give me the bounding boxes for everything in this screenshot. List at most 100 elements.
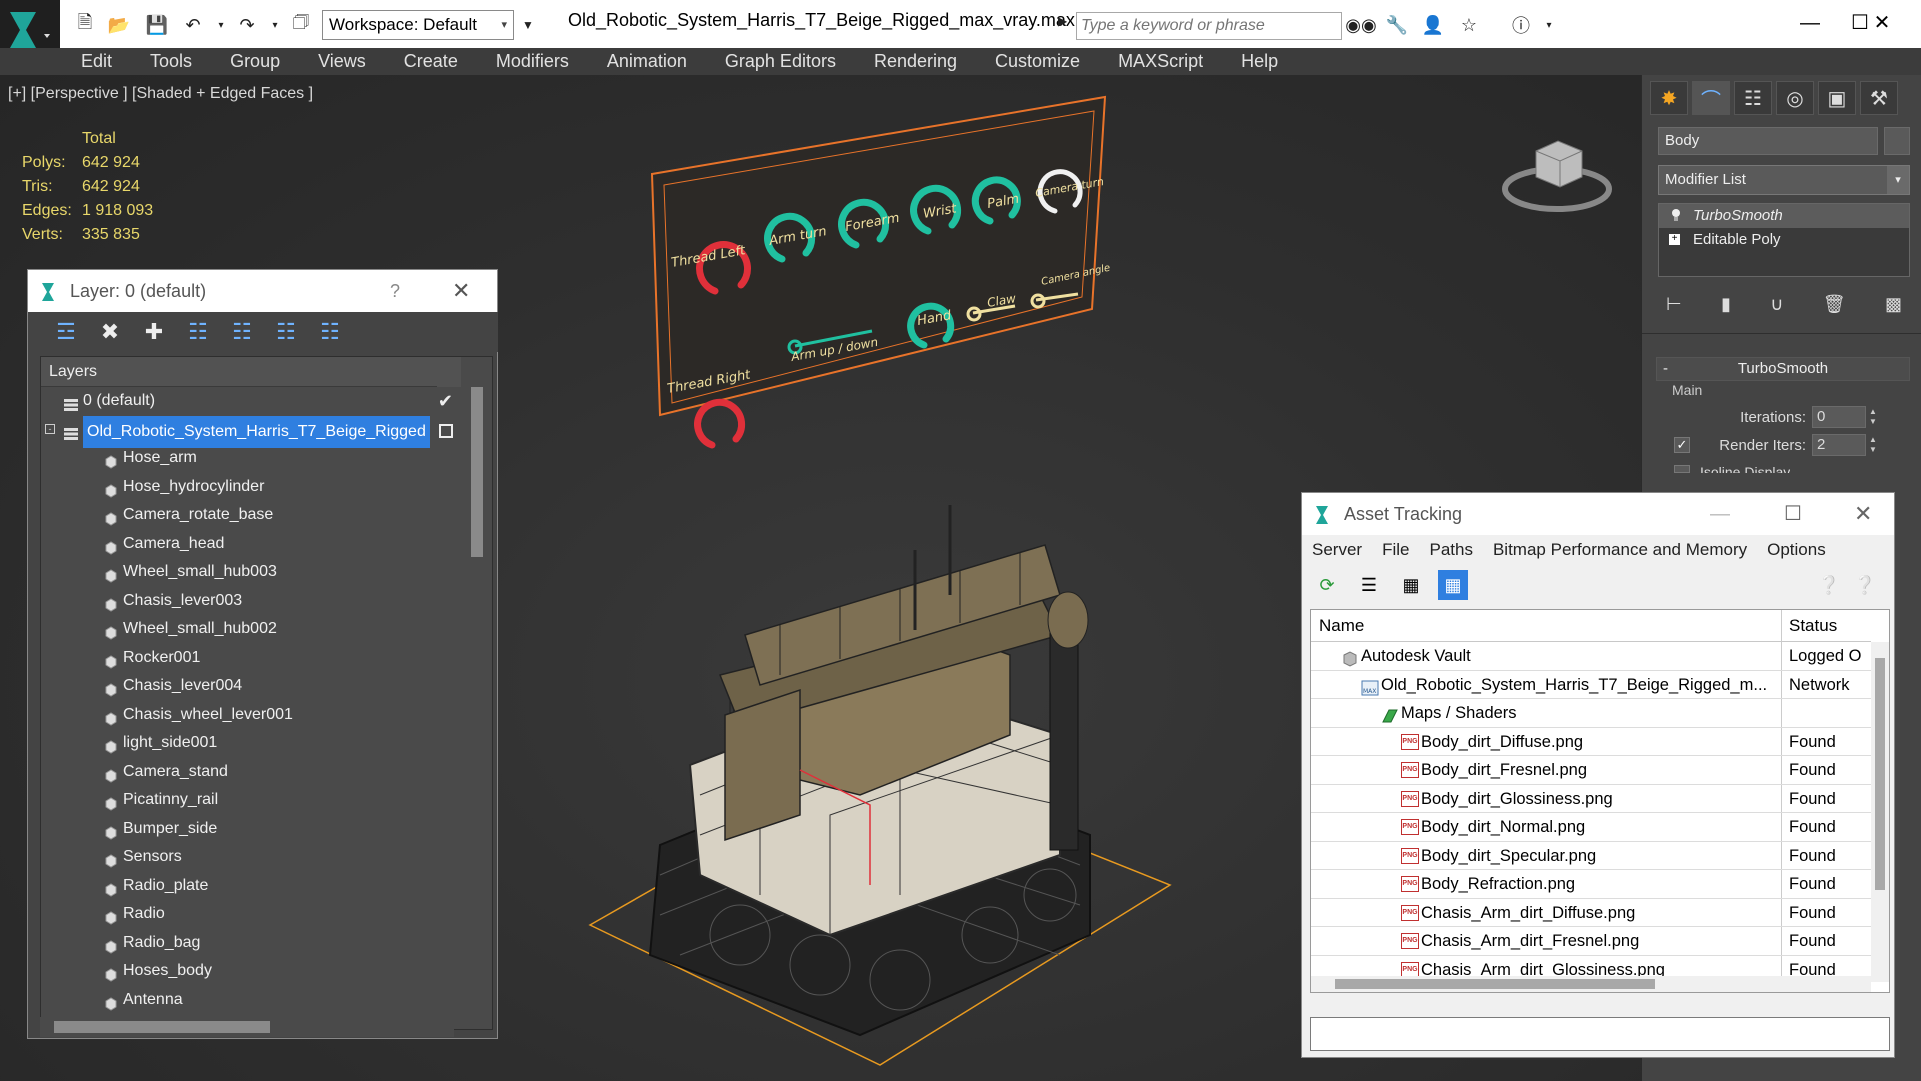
object-row[interactable]: Camera_stand [41,758,461,787]
layer-vertical-scrollbar[interactable] [467,387,487,1017]
object-row[interactable]: Bumper_side [41,815,461,844]
menu-group[interactable]: Group [211,48,299,75]
add-to-layer-icon[interactable]: ✚ [139,317,169,347]
object-row[interactable]: Wheel_small_hub002 [41,615,461,644]
help-icon[interactable]: ⓘ [1508,12,1534,38]
scrollbar-thumb[interactable] [1335,979,1655,989]
layer-row[interactable]: 0 (default) ✔ [41,387,461,416]
thumbnail-view-icon[interactable]: ▦ [1396,570,1426,600]
scrollbar-thumb[interactable] [471,387,483,557]
layer-window-titlebar[interactable]: Layer: 0 (default) ? ✕ [28,270,497,312]
signin-icon[interactable]: 👤 [1420,12,1446,38]
asset-row[interactable]: MAX Old_Robotic_System_Harris_T7_Beige_Ri… [1311,670,1871,699]
help-button[interactable]: ? [390,270,400,312]
project-folder-icon[interactable]: 🗇 [288,12,314,38]
asset-menu-options[interactable]: Options [1757,540,1836,560]
save-icon[interactable]: 💾 [144,12,170,38]
redo-icon[interactable]: ↷ [234,12,260,38]
turbosmooth-rollout-header[interactable]: - TurboSmooth [1656,357,1910,381]
layers-column-header[interactable]: Layers [41,357,461,387]
help-context-icon[interactable]: ❔ [1814,570,1844,600]
asset-menu-file[interactable]: File [1372,540,1419,560]
set-current-layer-icon[interactable] [439,423,453,438]
object-name-field[interactable]: Body [1658,127,1878,155]
menu-maxscript[interactable]: MAXScript [1099,48,1222,75]
asset-row[interactable]: PNG Body_dirt_Fresnel.png Found [1311,756,1871,785]
select-objects-icon[interactable]: ☷ [183,317,213,347]
spinner-arrows-icon[interactable]: ▲ ▼ [1866,407,1880,427]
object-row[interactable]: Hose_hydrocylinder [41,473,461,502]
workspace-selector[interactable]: Workspace: Default ▾ [322,10,514,40]
lightbulb-icon[interactable] [1669,208,1683,222]
object-row[interactable]: Chasis_wheel_lever001 [41,701,461,730]
iterations-input[interactable]: 0 [1812,406,1866,428]
stack-item-turbosmooth[interactable]: TurboSmooth [1659,204,1909,228]
asset-row[interactable]: PNG Chasis_Arm_dirt_Diffuse.png Found [1311,898,1871,927]
list-view-icon[interactable]: ☰ [1354,570,1384,600]
minimize-icon[interactable]: — [1790,6,1830,40]
help-info-icon[interactable]: ❔ [1850,570,1880,600]
tools-icon[interactable]: 🔧 [1384,12,1410,38]
object-row[interactable]: Radio_bag [41,929,461,958]
asset-row[interactable]: PNG Body_Refraction.png Found [1311,870,1871,899]
menu-edit[interactable]: Edit [60,48,131,75]
asset-menu-server[interactable]: Server [1302,540,1372,560]
hierarchy-tab-icon[interactable]: ☷ [1734,81,1772,115]
object-row[interactable]: Hoses_body [41,957,461,986]
column-status-header[interactable]: Status [1789,616,1837,636]
collapse-minus-icon[interactable]: - [45,423,55,434]
object-color-swatch[interactable] [1884,127,1910,155]
object-row[interactable]: Wheel_small_hub003 [41,558,461,587]
asset-menu-bitmap-performance[interactable]: Bitmap Performance and Memory [1483,540,1757,560]
configure-modifier-sets-icon[interactable]: ▩ [1885,294,1902,315]
delete-layer-icon[interactable]: ✖ [95,317,125,347]
asset-row[interactable]: PNG Chasis_Arm_dirt_Fresnel.png Found [1311,927,1871,956]
scrollbar-thumb[interactable] [1875,658,1885,890]
asset-window-titlebar[interactable]: Asset Tracking — ☐ ✕ [1302,493,1894,535]
column-name-header[interactable]: Name [1319,616,1364,636]
hide-layers-icon[interactable]: ☷ [271,317,301,347]
asset-row[interactable]: Autodesk Vault Logged O [1311,642,1871,671]
asset-row[interactable]: PNG Body_dirt_Specular.png Found [1311,841,1871,870]
workspace-menu-icon[interactable]: ▼ [518,12,538,38]
object-row[interactable]: Camera_rotate_base [41,501,461,530]
search-input[interactable] [1077,13,1341,39]
menu-customize[interactable]: Customize [976,48,1099,75]
close-icon[interactable]: ✕ [1854,493,1872,535]
utilities-tab-icon[interactable]: ⚒ [1860,81,1898,115]
minimize-icon[interactable]: — [1710,493,1730,535]
expand-plus-icon[interactable]: + [1669,234,1680,245]
create-tab-icon[interactable]: ✸ [1650,81,1688,115]
scrollbar-thumb[interactable] [54,1021,270,1033]
menu-modifiers[interactable]: Modifiers [477,48,588,75]
table-view-icon[interactable]: ▦ [1438,570,1468,600]
object-row[interactable]: Hose_arm [41,444,461,473]
show-end-result-icon[interactable]: ▮ [1721,294,1731,315]
freeze-layers-icon[interactable]: ☷ [315,317,345,347]
menu-create[interactable]: Create [385,48,477,75]
close-icon[interactable]: ✕ [452,270,470,312]
layer-row[interactable]: - Old_Robotic_System_Harris_T7_Beige_Rigg… [41,415,461,448]
object-row[interactable]: Radio_plate [41,872,461,901]
stack-item-editable-poly[interactable]: + Editable Poly [1659,228,1909,252]
object-row[interactable]: Radio [41,900,461,929]
binoculars-icon[interactable]: ◉◉ [1345,12,1376,38]
layer-horizontal-scrollbar[interactable] [40,1017,454,1037]
asset-row[interactable]: PNG Body_dirt_Glossiness.png Found [1311,784,1871,813]
search-box[interactable] [1076,12,1342,40]
object-row[interactable]: light_side001 [41,729,461,758]
make-unique-icon[interactable]: ∪ [1770,294,1783,315]
help-dropdown-icon[interactable]: ▾ [1536,12,1562,38]
display-tab-icon[interactable]: ▣ [1818,81,1856,115]
close-icon[interactable]: ✕ [1862,6,1902,40]
object-row[interactable]: Rocker001 [41,644,461,673]
menu-views[interactable]: Views [299,48,385,75]
motion-tab-icon[interactable]: ◎ [1776,81,1814,115]
asset-row[interactable]: PNG Body_dirt_Diffuse.png Found [1311,727,1871,756]
open-file-icon[interactable]: 📂 [106,12,132,38]
favorites-star-icon[interactable]: ☆ [1456,12,1482,38]
modifier-list-dropdown[interactable]: Modifier List ▾ [1658,165,1910,195]
asset-row[interactable]: Maps / Shaders [1311,699,1871,728]
highlight-objects-icon[interactable]: ☷ [227,317,257,347]
isoline-display-checkbox[interactable] [1674,465,1690,473]
